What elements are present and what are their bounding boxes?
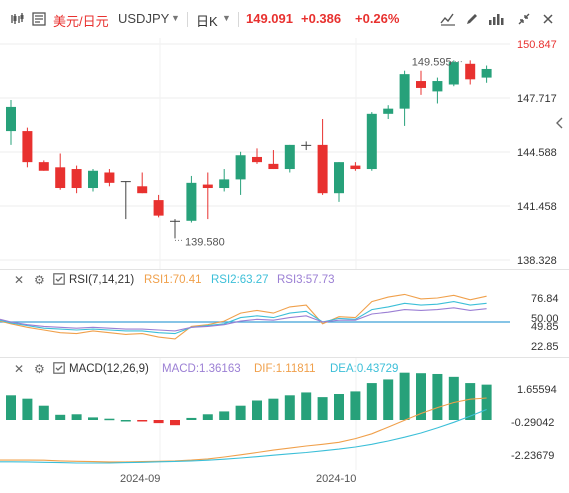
- symbol-dropdown-icon[interactable]: ▼: [171, 13, 180, 23]
- macd-chart[interactable]: 1.65594 -0.29042 -2.23679: [0, 358, 569, 470]
- price-change-pct: +0.26%: [355, 11, 400, 26]
- candle-body: [366, 113, 377, 170]
- rsi-tick-label: 22.85: [531, 341, 559, 353]
- macd-histogram-bar: [366, 383, 377, 420]
- x-axis-label: 2024-09: [120, 473, 161, 485]
- layout-icon[interactable]: [485, 10, 507, 28]
- macd-histogram-bar: [383, 379, 394, 420]
- macd-histogram-bar: [481, 384, 492, 420]
- candle-body: [88, 170, 98, 189]
- rsi1-line: [0, 293, 487, 340]
- draw-pencil-icon[interactable]: [461, 10, 483, 28]
- candle-body: [383, 108, 394, 114]
- macd-tick-label: -2.23679: [511, 450, 554, 462]
- last-price: 149.091: [246, 11, 293, 26]
- candle-body: [202, 184, 213, 189]
- candle-body: [301, 144, 312, 146]
- candle-body: [71, 169, 82, 189]
- rsi-tick-label: 76.84: [531, 293, 559, 305]
- candle-body: [22, 131, 33, 163]
- rsi2-line: [0, 301, 487, 335]
- shrink-icon[interactable]: [513, 10, 535, 28]
- macd-histogram-bar: [219, 411, 230, 420]
- candle-body: [268, 163, 279, 170]
- low-annotation: 139.580: [185, 236, 225, 248]
- macd-histogram-bar: [252, 400, 262, 420]
- candle-body: [55, 167, 66, 189]
- macd-histogram-bar: [235, 405, 246, 420]
- macd-histogram-bar: [399, 372, 410, 420]
- candle-body: [186, 182, 197, 221]
- timeframe-dropdown-icon[interactable]: ▼: [222, 13, 231, 23]
- candle-body: [252, 156, 262, 163]
- candlestick-chart[interactable]: 150.847 147.717 144.588 141.458 138.328 149.5…: [0, 38, 569, 270]
- high-annotation: 149.595: [412, 57, 452, 69]
- chart-type-icon[interactable]: [8, 10, 28, 28]
- toolbar: 美元/日元 USDJPY ▼ 日K ▼ 149.091 +0.386 +0.26…: [0, 0, 569, 38]
- rsi-tick-label: 49.85: [531, 321, 559, 333]
- y-tick-label: 141.458: [517, 201, 557, 213]
- candle-body: [120, 181, 131, 183]
- candle-body: [170, 220, 180, 222]
- macd-histogram-bar: [153, 420, 164, 424]
- macd-histogram-bar: [317, 397, 328, 420]
- candle-body: [104, 172, 115, 183]
- macd-histogram-bar: [334, 394, 344, 420]
- y-tick-label: 147.717: [517, 93, 557, 105]
- divider: [187, 12, 188, 27]
- close-icon[interactable]: [537, 10, 559, 28]
- collapse-right-icon[interactable]: [553, 115, 567, 131]
- symbol-name: 美元/日元: [53, 14, 109, 29]
- candle-body: [284, 144, 295, 170]
- y-tick-label: 138.328: [517, 255, 557, 267]
- macd-histogram-bar: [120, 420, 131, 422]
- macd-histogram-bar: [104, 418, 115, 421]
- macd-histogram-bar: [137, 420, 148, 422]
- macd-histogram-bar: [268, 398, 279, 420]
- candle-body: [6, 106, 16, 132]
- macd-histogram-bar: [448, 376, 459, 420]
- rsi3-line: [0, 307, 487, 332]
- macd-histogram-bar: [202, 414, 213, 420]
- macd-histogram-bar: [71, 414, 82, 420]
- symbol-code[interactable]: USDJPY: [118, 11, 169, 26]
- fund-flow-icon[interactable]: [30, 10, 48, 28]
- macd-histogram-bar: [350, 391, 361, 420]
- macd-histogram-bar: [6, 395, 16, 420]
- candle-body: [219, 179, 230, 189]
- macd-histogram-bar: [22, 398, 33, 420]
- macd-tick-label: -0.29042: [511, 417, 554, 429]
- macd-histogram-bar: [432, 373, 443, 420]
- price-change: +0.386: [301, 11, 342, 26]
- candle-body: [465, 63, 476, 80]
- macd-histogram-bar: [186, 417, 197, 420]
- macd-histogram-bar: [301, 392, 312, 420]
- candle-body: [153, 200, 164, 216]
- candle-body: [235, 155, 246, 180]
- rsi-chart[interactable]: 76.8450.0049.8522.85: [0, 270, 569, 357]
- candle-body: [481, 68, 492, 78]
- macd-histogram-bar: [284, 395, 295, 420]
- candle-body: [399, 74, 410, 109]
- macd-histogram-bar: [38, 405, 49, 420]
- macd-tick-label: 1.65594: [517, 384, 557, 396]
- macd-histogram-bar: [88, 417, 98, 420]
- indicator-icon[interactable]: [437, 10, 459, 28]
- candle-body: [432, 81, 443, 92]
- candle-body: [137, 186, 148, 194]
- candle-body: [350, 165, 361, 170]
- candle-body: [334, 162, 344, 194]
- x-axis-label: 2024-10: [316, 473, 357, 485]
- macd-histogram-bar: [170, 420, 180, 426]
- candle-body: [416, 81, 426, 88]
- candle-body: [38, 162, 49, 171]
- y-tick-label: 144.588: [517, 147, 557, 159]
- timeframe-select[interactable]: 日K: [196, 11, 218, 30]
- macd-histogram-bar: [55, 414, 66, 420]
- candle-body: [317, 144, 328, 194]
- divider: [238, 12, 239, 27]
- y-tick-label: 150.847: [517, 39, 557, 51]
